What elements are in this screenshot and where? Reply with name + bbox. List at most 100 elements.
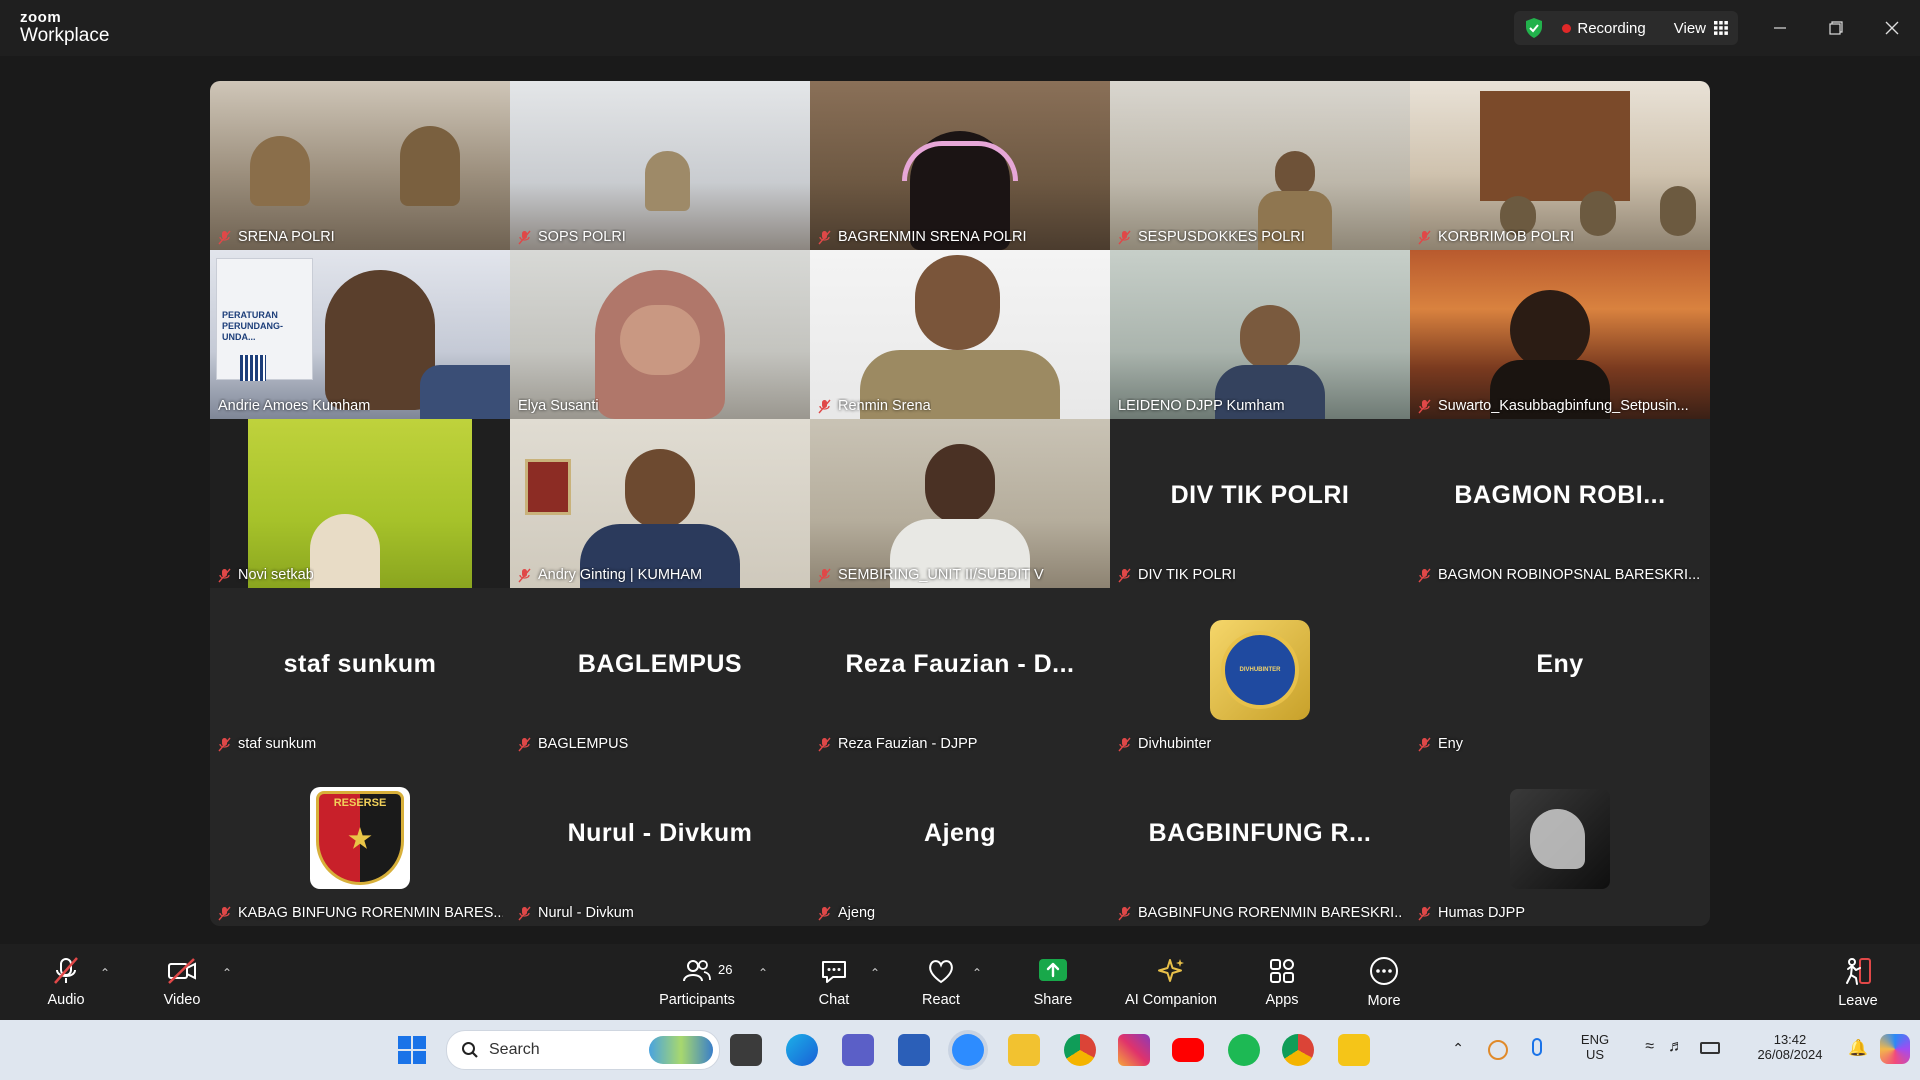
- search-highlight-icon: [649, 1036, 713, 1064]
- participant-tile[interactable]: DIVHUBINTER Divhubinter: [1110, 588, 1410, 757]
- participant-display-name: Eny: [1536, 650, 1584, 678]
- minimize-button[interactable]: [1752, 0, 1808, 56]
- file-explorer-icon[interactable]: [1008, 1034, 1040, 1066]
- leave-icon: [1846, 958, 1871, 985]
- react-button[interactable]: React: [912, 944, 970, 1020]
- participant-tile[interactable]: Nurul - Divkum Nurul - Divkum: [510, 757, 810, 926]
- instagram-icon[interactable]: [1118, 1034, 1150, 1066]
- sticky-notes-icon[interactable]: [1338, 1034, 1370, 1066]
- participant-tile[interactable]: Andry Ginting | KUMHAM: [510, 419, 810, 588]
- grid-view-icon[interactable]: [1714, 21, 1728, 35]
- mic-muted-icon: [818, 230, 831, 244]
- participant-tile[interactable]: SESPUSDOKKES POLRI: [1110, 81, 1410, 250]
- react-options-chevron-icon[interactable]: ⌃: [972, 966, 982, 980]
- mic-muted-icon: [1418, 230, 1431, 244]
- participant-name: Ajeng: [818, 905, 875, 921]
- participant-display-name: Ajeng: [924, 819, 996, 847]
- participant-tile[interactable]: Reza Fauzian - D... Reza Fauzian - DJPP: [810, 588, 1110, 757]
- edge-browser-icon[interactable]: [786, 1034, 818, 1066]
- participant-tile[interactable]: SOPS POLRI: [510, 81, 810, 250]
- task-view-icon[interactable]: [730, 1034, 762, 1066]
- participant-name: SOPS POLRI: [518, 229, 626, 245]
- participant-tile[interactable]: BAGMON ROBI... BAGMON ROBINOPSNAL BARESK…: [1410, 419, 1710, 588]
- participant-tile[interactable]: Eny Eny: [1410, 588, 1710, 757]
- participant-tile[interactable]: Suwarto_Kasubbagbinfung_Setpusin...: [1410, 250, 1710, 419]
- battery-icon[interactable]: [1700, 1042, 1720, 1054]
- brand-name: Workplace: [20, 25, 110, 46]
- participant-name: Elya Susanti: [518, 398, 599, 414]
- volume-icon[interactable]: ♬: [1668, 1038, 1684, 1056]
- audio-button[interactable]: Audio: [38, 944, 94, 1020]
- chrome-profile-icon[interactable]: [1282, 1034, 1314, 1066]
- sync-icon[interactable]: [1488, 1040, 1508, 1060]
- video-off-icon: [168, 958, 196, 984]
- mic-muted-icon: [518, 906, 531, 920]
- ai-companion-button[interactable]: AI Companion: [1116, 944, 1226, 1020]
- audio-options-chevron-icon[interactable]: ⌃: [100, 966, 110, 980]
- notification-bell-icon[interactable]: 🔔: [1848, 1038, 1868, 1058]
- participant-tile[interactable]: SRENA POLRI: [210, 81, 510, 250]
- participants-button[interactable]: Participants: [652, 944, 742, 1020]
- participant-tile[interactable]: BAGBINFUNG R... BAGBINFUNG RORENMIN BARE…: [1110, 757, 1410, 926]
- chat-options-chevron-icon[interactable]: ⌃: [870, 966, 880, 980]
- security-shield-icon[interactable]: [1524, 17, 1544, 39]
- participant-tile[interactable]: SEMBIRING_UNIT II/SUBDIT V: [810, 419, 1110, 588]
- wifi-icon[interactable]: ≈: [1645, 1038, 1654, 1056]
- apps-button[interactable]: Apps: [1254, 944, 1310, 1020]
- mic-muted-icon: [218, 568, 231, 582]
- participant-tile[interactable]: Renmin Srena: [810, 250, 1110, 419]
- windows-logo-icon: [398, 1036, 426, 1064]
- youtube-icon[interactable]: [1172, 1038, 1204, 1062]
- clock[interactable]: 13:42 26/08/2024: [1740, 1032, 1840, 1062]
- view-button[interactable]: View: [1674, 20, 1706, 37]
- recording-indicator[interactable]: Recording: [1577, 20, 1645, 37]
- participant-name: Reza Fauzian - DJPP: [818, 736, 977, 752]
- mic-muted-icon: [518, 568, 531, 582]
- participant-tile[interactable]: Novi setkab: [210, 419, 510, 588]
- show-hidden-icons-chevron-icon[interactable]: ⌃: [1452, 1040, 1464, 1057]
- restore-icon: [1829, 21, 1843, 35]
- participant-name: Humas DJPP: [1418, 905, 1525, 921]
- mic-muted-icon: [1118, 568, 1131, 582]
- heart-icon: [929, 960, 953, 984]
- mic-muted-icon: [818, 906, 831, 920]
- close-button[interactable]: [1864, 0, 1920, 56]
- windows-start-button[interactable]: [396, 1034, 428, 1066]
- chrome-icon[interactable]: [1064, 1034, 1096, 1066]
- word-icon[interactable]: [898, 1034, 930, 1066]
- zoom-app-icon[interactable]: [952, 1034, 984, 1066]
- more-button[interactable]: More: [1356, 944, 1412, 1020]
- participant-tile[interactable]: RESERSE KABAG BINFUNG RORENMIN BARES...: [210, 757, 510, 926]
- participant-tile[interactable]: DIV TIK POLRI DIV TIK POLRI: [1110, 419, 1410, 588]
- participant-tile[interactable]: Ajeng Ajeng: [810, 757, 1110, 926]
- participants-options-chevron-icon[interactable]: ⌃: [758, 966, 768, 980]
- participant-name: SRENA POLRI: [218, 229, 335, 245]
- participant-tile[interactable]: BAGLEMPUS BAGLEMPUS: [510, 588, 810, 757]
- participant-tile-active-speaker[interactable]: PERATURAN PERUNDANG-UNDA... Andrie Amoes…: [210, 250, 510, 419]
- participant-tile[interactable]: Elya Susanti: [510, 250, 810, 419]
- participant-tile[interactable]: LEIDENO DJPP Kumham: [1110, 250, 1410, 419]
- chat-icon: [822, 961, 846, 983]
- video-button[interactable]: Video: [154, 944, 210, 1020]
- copilot-icon[interactable]: [1880, 1034, 1910, 1064]
- restore-button[interactable]: [1808, 0, 1864, 56]
- taskbar-search-box[interactable]: Search: [446, 1030, 720, 1070]
- mic-muted-icon: [1118, 230, 1131, 244]
- participant-tile[interactable]: staf sunkum staf sunkum: [210, 588, 510, 757]
- participant-tile[interactable]: KORBRIMOB POLRI: [1410, 81, 1710, 250]
- participant-name: BAGBINFUNG RORENMIN BARESKRI...: [1118, 905, 1403, 921]
- video-options-chevron-icon[interactable]: ⌃: [222, 966, 232, 980]
- participant-tile[interactable]: BAGRENMIN SRENA POLRI: [810, 81, 1110, 250]
- language-indicator[interactable]: ENG US: [1570, 1032, 1620, 1062]
- mic-muted-icon: [518, 230, 531, 244]
- leave-button[interactable]: Leave: [1830, 944, 1886, 1020]
- recording-dot: [1562, 23, 1572, 33]
- microphone-icon[interactable]: [1532, 1038, 1542, 1056]
- participant-tile[interactable]: Humas DJPP: [1410, 757, 1710, 926]
- participant-name: DIV TIK POLRI: [1118, 567, 1236, 583]
- mic-muted-icon: [818, 399, 831, 413]
- spotify-icon[interactable]: [1228, 1034, 1260, 1066]
- teams-icon[interactable]: [842, 1034, 874, 1066]
- share-button[interactable]: Share: [1024, 944, 1082, 1020]
- chat-button[interactable]: Chat: [806, 944, 862, 1020]
